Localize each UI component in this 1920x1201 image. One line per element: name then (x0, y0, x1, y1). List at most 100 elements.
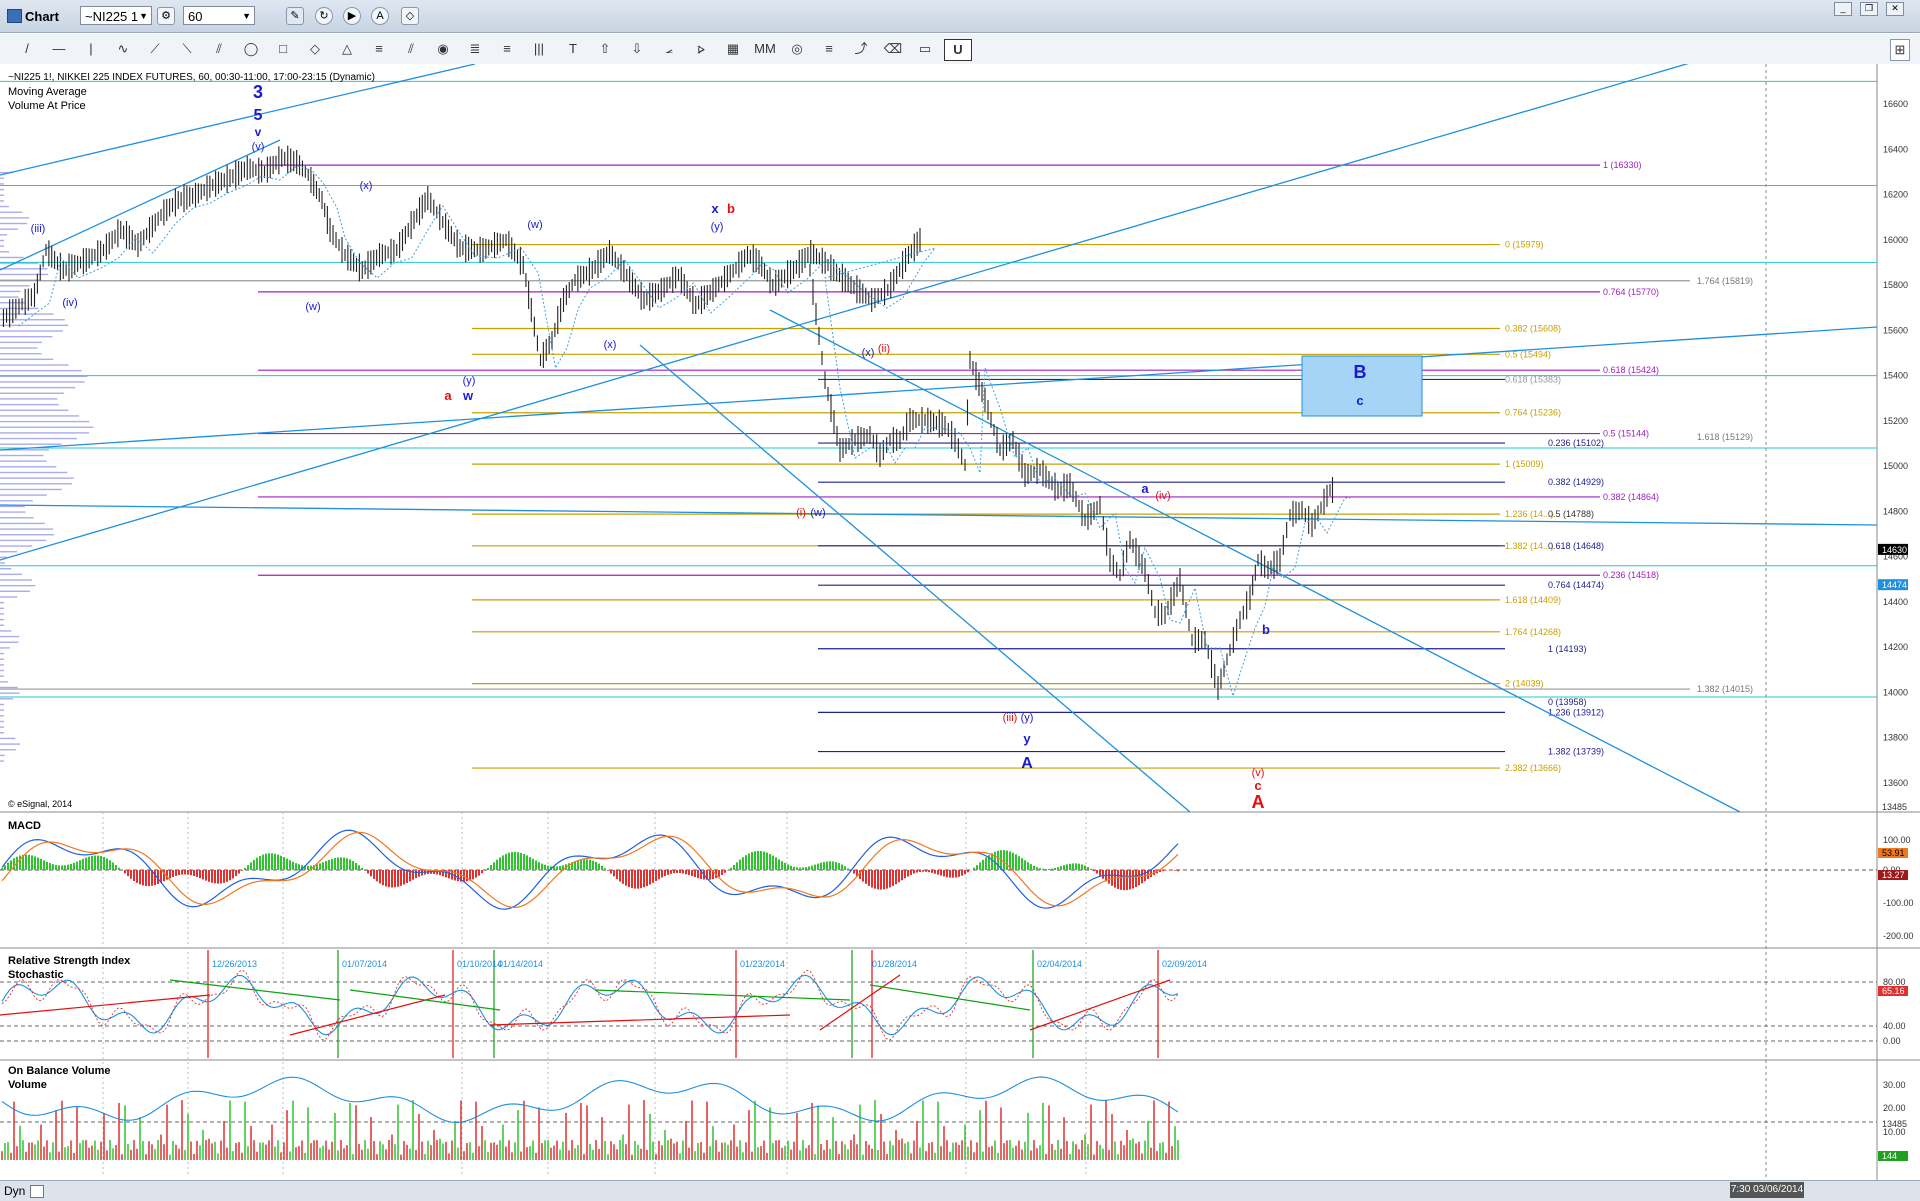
vap-bar (0, 228, 19, 230)
wave-label: (y) (463, 375, 476, 387)
drawing-tool-12[interactable]: ⫽ (398, 39, 424, 59)
drawing-tool-13[interactable]: ◉ (430, 39, 456, 59)
wave-label: (iv) (1155, 490, 1170, 502)
drawing-tool-11[interactable]: ≡ (366, 39, 392, 59)
status-bar: Dyn 7:30 03/06/2014 (0, 1180, 1920, 1201)
vap-bar (0, 194, 4, 196)
price-tick-label: 13600 (1883, 778, 1908, 788)
wave-label: (i) (796, 507, 806, 519)
low-price-label: 13485 (1882, 802, 1907, 812)
rsi-date-label: 01/23/2014 (740, 959, 785, 969)
drawing-tool-22[interactable]: ▦ (720, 39, 746, 59)
refresh-icon[interactable]: ↻ (315, 7, 333, 25)
vap-bar (0, 681, 8, 683)
drawing-tool-23[interactable]: MM (752, 39, 778, 59)
vap-bar (0, 517, 34, 519)
drawing-tool-16[interactable]: ||| (526, 39, 552, 59)
drawing-tool-29[interactable]: U (944, 39, 972, 61)
vap-bar (0, 500, 33, 502)
drawing-tool-4[interactable]: ⟋ (142, 39, 168, 59)
wave-label: (ii) (878, 343, 890, 355)
vap-bar (0, 584, 36, 587)
vap-bar (0, 596, 18, 598)
drawing-tool-14[interactable]: ≣ (462, 39, 488, 59)
drawing-tool-26[interactable]: ⤴ (848, 39, 874, 59)
drawing-tool-20[interactable]: ⦟ (656, 39, 682, 59)
vap-bar (0, 692, 20, 694)
drawing-tool-6[interactable]: ⫽ (206, 39, 232, 59)
drawing-tool-2[interactable]: | (78, 39, 104, 59)
settings-icon[interactable]: ⊞ (1890, 39, 1910, 61)
drawing-tool-21[interactable]: ⦠ (688, 39, 714, 59)
vap-bar (0, 494, 47, 496)
wave-label: y (1023, 731, 1031, 746)
eraser-icon[interactable]: ◇ (401, 7, 419, 25)
vap-bar (0, 211, 23, 213)
drawing-tool-10[interactable]: △ (334, 39, 360, 59)
symbol-input[interactable]: ~NI225 1 ▼ (80, 6, 152, 25)
link-icon[interactable]: ⚙ (157, 7, 175, 25)
study-ma: Moving Average (8, 86, 87, 98)
rsi-date-label: 01/07/2014 (342, 959, 387, 969)
macd-axis-label: -100.00 (1883, 898, 1914, 908)
vap-bar (0, 217, 30, 219)
vap-bar (0, 358, 54, 361)
vap-bar (0, 471, 68, 474)
drawing-tool-9[interactable]: ◇ (302, 39, 328, 59)
drawing-tool-8[interactable]: □ (270, 39, 296, 59)
drawing-tool-27[interactable]: ⌫ (880, 39, 906, 59)
wave-label: A (1021, 755, 1033, 772)
chart-canvas[interactable]: 16600 16400 16200 16000 15800 15600 15400 15200… (0, 64, 1920, 1180)
drawing-tool-1[interactable]: — (46, 39, 72, 59)
vap-bar (0, 245, 4, 247)
chart-header: ~NI225 1!, NIKKEI 225 INDEX FUTURES, 60,… (8, 72, 375, 83)
vap-bar (0, 534, 55, 536)
drawing-tool-5[interactable]: ⟍ (174, 39, 200, 59)
fib-level-label: 1.764 (14268) (1505, 627, 1561, 637)
vap-bar (0, 551, 18, 553)
scroll-icon[interactable] (30, 1185, 44, 1198)
vap-bar (0, 177, 4, 179)
vap-bar (0, 613, 4, 615)
rsi-date-label: 02/04/2014 (1037, 959, 1082, 969)
drawing-tool-24[interactable]: ◎ (784, 39, 810, 59)
wave-label: v (255, 125, 262, 139)
rsi-axis-label: 0.00 (1883, 1036, 1901, 1046)
rsi-value-label: 65.16 (1882, 986, 1905, 996)
drawing-tool-19[interactable]: ⇩ (624, 39, 650, 59)
play-icon[interactable]: ▶ (343, 7, 361, 25)
drawing-tool-7[interactable]: ◯ (238, 39, 264, 59)
alert-icon[interactable]: A (371, 7, 389, 25)
rsi-date-label: 12/26/2013 (212, 959, 257, 969)
drawing-tool-18[interactable]: ⇧ (592, 39, 618, 59)
drawing-tool-15[interactable]: ≡ (494, 39, 520, 59)
vap-bar (0, 403, 59, 406)
price-tick-label: 16000 (1883, 235, 1908, 245)
vap-bar (0, 630, 12, 632)
interval-input[interactable]: 60 ▼ (183, 6, 255, 25)
fib-level-label: 1.382 (14015) (1697, 684, 1753, 694)
rsi-date-label: 01/14/2014 (498, 959, 543, 969)
draw-pencil-icon[interactable]: ✎ (286, 7, 304, 25)
price-tick-label: 15200 (1883, 416, 1908, 426)
chevron-down-icon: ▼ (242, 11, 251, 21)
obv-axis-label: 30.00 (1883, 1080, 1906, 1090)
last-price-label: 14630 (1882, 545, 1907, 555)
drawing-tool-3[interactable]: ∿ (110, 39, 136, 59)
close-button[interactable]: ✕ (1886, 2, 1904, 16)
drawing-tool-25[interactable]: ≡ (816, 39, 842, 59)
vap-bar (0, 652, 4, 655)
window-title: Chart (25, 9, 59, 24)
drawing-tool-28[interactable]: ▭ (912, 39, 938, 59)
price-tick-label: 16600 (1883, 99, 1908, 109)
vap-bar (0, 743, 20, 745)
vap-bar (0, 460, 47, 462)
fib-level-label: 0.236 (15102) (1548, 438, 1604, 448)
fib-level-label: 1.382 (13739) (1548, 747, 1604, 757)
drawing-tool-0[interactable]: / (14, 39, 40, 59)
macd-value-label: 53.91 (1882, 848, 1905, 858)
restore-button[interactable]: ❐ (1860, 2, 1878, 16)
fib-level-label: 1.382 (14...) (1505, 541, 1554, 551)
drawing-tool-17[interactable]: T (560, 39, 586, 59)
minimize-button[interactable]: _ (1834, 2, 1852, 16)
